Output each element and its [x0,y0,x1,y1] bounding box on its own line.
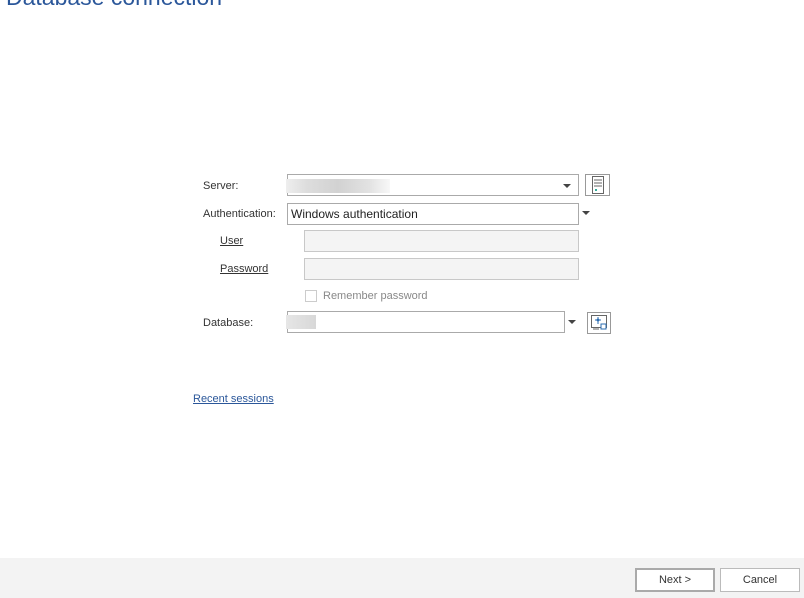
recent-sessions-link[interactable]: Recent sessions [193,393,274,405]
browse-servers-button[interactable] [585,174,610,196]
browse-databases-button[interactable] [587,312,611,334]
chevron-down-icon[interactable] [568,320,576,324]
authentication-select[interactable]: Windows authentication [287,203,579,225]
password-label: Password [220,263,269,275]
remember-password-label: Remember password [323,290,428,302]
server-icon [591,176,604,194]
page-title: Database connection [6,0,222,11]
authentication-value: Windows authentication [291,207,418,221]
server-combobox[interactable] [286,174,579,196]
server-label: Server: [203,180,239,192]
authentication-label: Authentication: [203,208,276,220]
next-button[interactable]: Next > [635,568,715,592]
chevron-down-icon[interactable] [582,211,590,215]
remember-password-checkbox[interactable] [305,290,317,302]
database-browse-icon [591,315,607,330]
user-label: User [220,235,244,247]
server-value-redacted [286,179,390,193]
password-input[interactable] [304,258,579,280]
user-input[interactable] [304,230,579,252]
database-label: Database: [203,317,254,329]
chevron-down-icon[interactable] [563,184,571,188]
cancel-button[interactable]: Cancel [720,568,800,592]
footer-bar: Next > Cancel [0,558,804,598]
database-value-redacted [286,315,316,329]
database-combobox[interactable] [286,311,565,333]
